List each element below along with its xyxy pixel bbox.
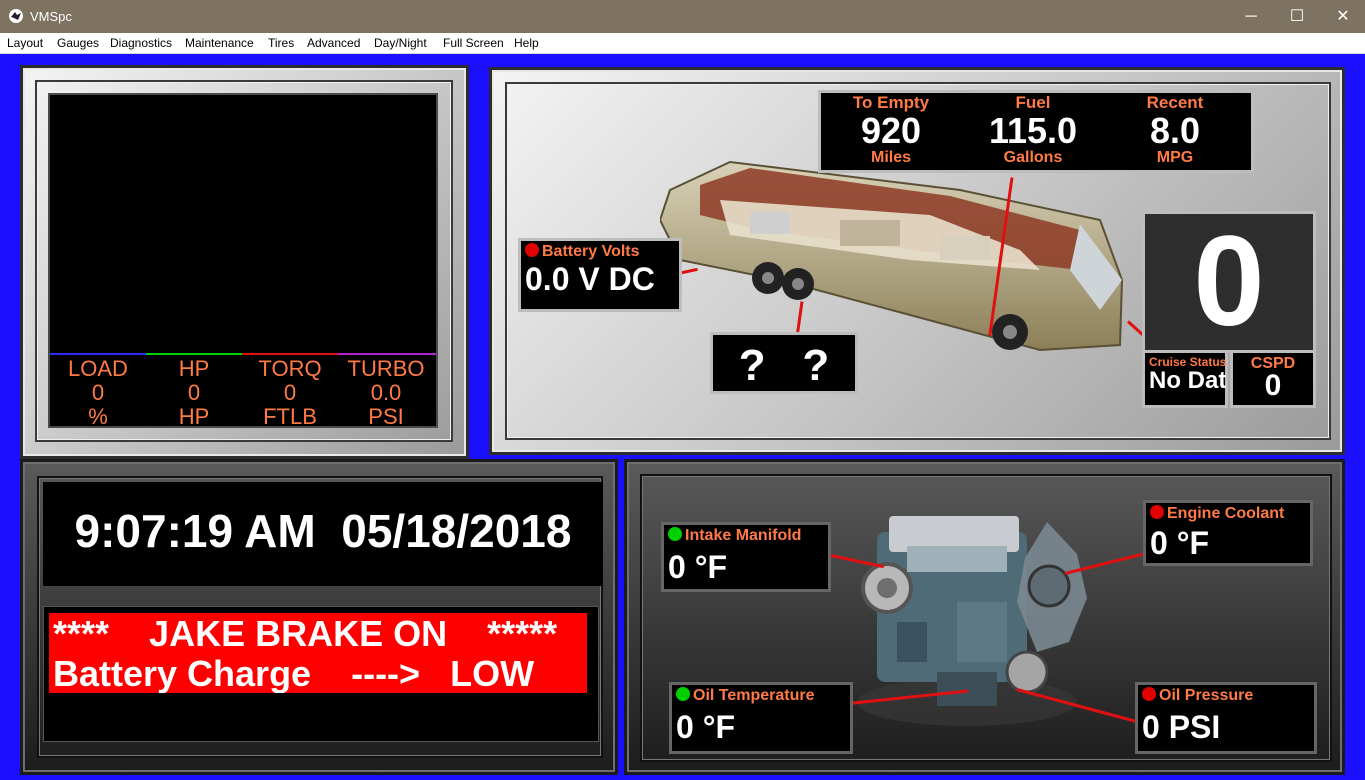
turbo-gauge: TURBO 0.0 PSI	[338, 357, 434, 429]
oil-temp-value: 0 °F	[676, 709, 736, 745]
alert-banner: **** JAKE BRAKE ON ***** Battery Charge …	[49, 613, 587, 693]
intake-label: Intake Manifold	[685, 527, 802, 544]
menu-layout[interactable]: Layout	[7, 36, 43, 50]
turbo-bar	[338, 353, 436, 355]
menu-help[interactable]: Help	[514, 36, 539, 50]
alert-display: **** JAKE BRAKE ON ***** Battery Charge …	[43, 606, 599, 742]
oil-pressure-value: 0 PSI	[1142, 709, 1221, 745]
recent-mpg-readout: Recent 8.0 MPG	[1105, 93, 1245, 167]
alert-jake-brake: **** JAKE BRAKE ON *****	[53, 613, 558, 654]
turbo-unit: PSI	[368, 404, 404, 429]
clock-date: 05/18/2018	[341, 505, 572, 557]
menu-day-night[interactable]: Day/Night	[374, 36, 427, 50]
fuel-readout: Fuel 115.0 Gallons	[963, 93, 1103, 167]
speed-value: 0	[1193, 210, 1265, 353]
minimize-button[interactable]: ─	[1228, 0, 1274, 33]
dashboard: LOAD 0 % HP 0 HP TORQ 0 FTLB TURBO 0.0 P…	[0, 54, 1365, 780]
torque-label: TORQ	[258, 356, 322, 381]
alert-battery-charge: Battery Charge ----> LOW	[53, 653, 535, 693]
turbo-value: 0.0	[370, 380, 402, 405]
load-label: LOAD	[68, 356, 128, 381]
app-logo-icon	[9, 9, 23, 23]
oil-temp-label: Oil Temperature	[693, 687, 815, 704]
hp-value: 0	[187, 380, 201, 405]
to-empty-value: 920	[860, 110, 922, 151]
oil-temp-status-icon	[676, 687, 690, 701]
menu-full-screen[interactable]: Full Screen	[443, 36, 504, 50]
oil-pressure-readout: Oil Pressure 0 PSI	[1135, 682, 1317, 754]
engine-load-display: LOAD 0 % HP 0 HP TORQ 0 FTLB TURBO 0.0 P…	[48, 93, 438, 429]
maximize-button[interactable]: ☐	[1274, 0, 1320, 33]
battery-volts-readout: Battery Volts 0.0 V DC	[518, 238, 682, 312]
torque-bar	[242, 353, 338, 355]
cspd-value: 0	[1264, 369, 1282, 402]
oil-temperature-readout: Oil Temperature 0 °F	[669, 682, 853, 754]
speed-display: 0	[1142, 210, 1316, 353]
fuel-summary: To Empty 920 Miles Fuel 115.0 Gallons Re…	[818, 90, 1254, 173]
turbo-label: TURBO	[347, 356, 425, 381]
intake-value: 0 °F	[668, 549, 728, 585]
unknown-readout: ? ?	[710, 332, 858, 394]
title-bar: VMSpc ─ ☐ ✕	[0, 0, 1365, 33]
vehicle-status-panel[interactable]: To Empty 920 Miles Fuel 115.0 Gallons Re…	[489, 67, 1345, 455]
engine-coolant-readout: Engine Coolant 0 °F	[1143, 500, 1313, 566]
cruise-value: No Dat	[1149, 367, 1227, 394]
fuel-value: 115.0	[988, 110, 1078, 151]
recent-unit: MPG	[1156, 149, 1194, 166]
load-value: 0	[91, 380, 105, 405]
menu-diagnostics[interactable]: Diagnostics	[110, 36, 172, 50]
load-unit: %	[88, 404, 108, 429]
to-empty-readout: To Empty 920 Miles	[821, 93, 961, 167]
coolant-value: 0 °F	[1150, 525, 1210, 561]
intake-manifold-readout: Intake Manifold 0 °F	[661, 522, 831, 592]
menu-advanced[interactable]: Advanced	[307, 36, 360, 50]
torque-unit: FTLB	[263, 404, 317, 429]
hp-unit: HP	[178, 404, 210, 429]
battery-label: Battery Volts	[542, 243, 640, 260]
load-gauge: LOAD 0 %	[50, 357, 146, 429]
load-bar	[50, 353, 146, 355]
battery-status-icon	[525, 243, 539, 257]
hp-bar	[146, 353, 242, 355]
torque-gauge: TORQ 0 FTLB	[242, 357, 338, 429]
close-button[interactable]: ✕	[1320, 0, 1365, 33]
menu-bar: Layout Gauges Diagnostics Maintenance Ti…	[0, 33, 1365, 54]
cruise-status-readout: Cruise Status No Dat	[1142, 350, 1228, 408]
coolant-label: Engine Coolant	[1167, 505, 1285, 522]
torque-value: 0	[283, 380, 297, 405]
hp-gauge: HP 0 HP	[146, 357, 242, 429]
rv-illustration	[660, 160, 1124, 352]
engine-panel[interactable]: Intake Manifold 0 °F Engine Coolant 0 °F…	[624, 459, 1345, 775]
engine-load-panel[interactable]: LOAD 0 % HP 0 HP TORQ 0 FTLB TURBO 0.0 P…	[20, 65, 469, 459]
unknown-value: ? ?	[738, 341, 830, 390]
fuel-unit: Gallons	[1003, 149, 1063, 166]
clock-time: 9:07:19 AM	[74, 505, 316, 557]
menu-maintenance[interactable]: Maintenance	[185, 36, 254, 50]
oil-pressure-status-icon	[1142, 687, 1156, 701]
menu-tires[interactable]: Tires	[268, 36, 294, 50]
clock-alert-panel[interactable]: 9:07:19 AM 05/18/2018 **** JAKE BRAKE ON…	[20, 459, 618, 775]
coolant-status-icon	[1150, 505, 1164, 519]
menu-gauges[interactable]: Gauges	[57, 36, 99, 50]
to-empty-unit: Miles	[870, 149, 911, 166]
recent-value: 8.0	[1149, 110, 1201, 151]
clock-display: 9:07:19 AM 05/18/2018	[43, 482, 603, 586]
battery-value: 0.0 V DC	[525, 261, 655, 297]
intake-status-icon	[668, 527, 682, 541]
oil-pressure-label: Oil Pressure	[1159, 687, 1254, 704]
cspd-readout: CSPD 0	[1230, 350, 1316, 408]
window-title: VMSpc	[30, 9, 72, 24]
hp-label: HP	[178, 356, 210, 381]
